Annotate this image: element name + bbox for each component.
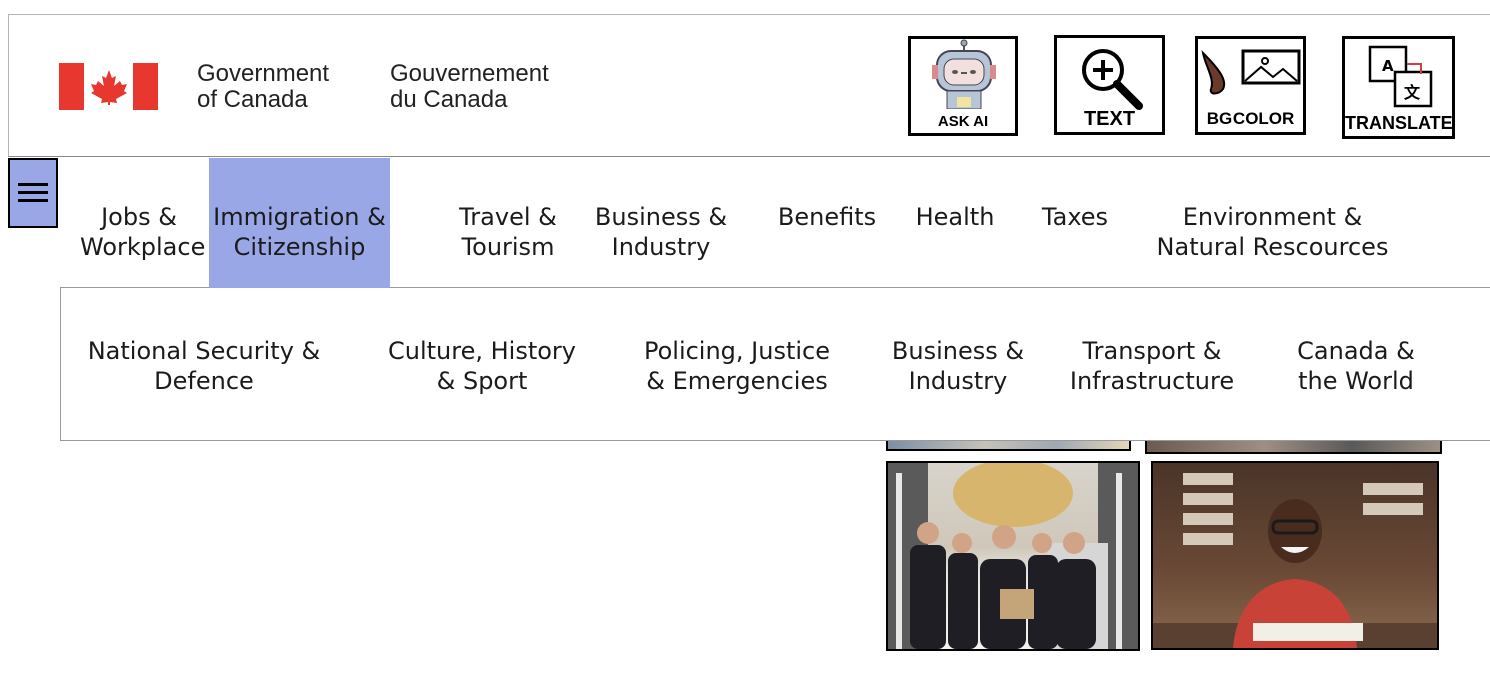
nav-item-immigration-line1: Immigration & <box>213 203 386 231</box>
nav-item-canada-world-line1: Canada & <box>1297 337 1415 365</box>
nav-item-travel-line2: Tourism <box>461 233 555 261</box>
nav-item-travel-line1: Travel & <box>459 203 557 231</box>
photo-student-smiling <box>1151 461 1439 650</box>
nav-item-jobs[interactable]: Jobs & Workplace <box>80 202 206 262</box>
nav-item-health-line1: Health <box>915 203 995 231</box>
gov-name-fr-line2: du Canada <box>390 86 508 113</box>
gov-name-en-line1: Government <box>197 60 330 87</box>
nav-item-environment-line1: Environment & <box>1182 203 1363 231</box>
nav-item-policing[interactable]: Policing, Justice & Emergencies <box>632 336 842 396</box>
nav-item-business[interactable]: Business & Industry <box>592 202 730 262</box>
nav-item-policing-line1: Policing, Justice <box>643 337 831 365</box>
nav-item-jobs-line2: Workplace <box>80 233 206 261</box>
nav-item-environment[interactable]: Environment & Natural Rescources <box>1150 202 1395 262</box>
nav-item-taxes[interactable]: Taxes <box>1030 202 1120 232</box>
nav-item-travel[interactable]: Travel & Tourism <box>440 202 576 262</box>
nav-item-policing-line2: & Emergencies <box>646 367 828 395</box>
hamburger-icon <box>18 183 48 202</box>
bg-color-label: BG COLOR <box>1206 109 1295 128</box>
text-size-button[interactable]: TEXT <box>1054 35 1165 135</box>
nav-item-national-security-line1: National Security & <box>87 337 321 365</box>
nav-item-culture-line1: Culture, History <box>387 337 576 365</box>
nav-item-culture-line2: & Sport <box>436 367 528 395</box>
nav-item-business-line2: Industry <box>611 233 711 261</box>
ask-ai-button[interactable]: ASK AI <box>908 36 1018 136</box>
nav-item-immigration-line2: Citizenship <box>233 233 366 261</box>
svg-text:文: 文 <box>1404 83 1421 102</box>
nav-item-transport[interactable]: Transport & Infrastructure <box>1060 336 1244 396</box>
translate-label: TRANSLATE <box>1345 113 1453 133</box>
nav-item-taxes-line1: Taxes <box>1041 203 1109 231</box>
nav-item-environment-line2: Natural Rescources <box>1156 233 1389 261</box>
magnify-plus-icon <box>1082 49 1143 110</box>
menu-toggle-button[interactable] <box>8 158 58 228</box>
nav-item-health[interactable]: Health <box>905 202 1005 232</box>
nav-item-benefits-line1: Benefits <box>777 203 877 231</box>
svg-text:A: A <box>1382 57 1394 75</box>
nav-item-transport-line1: Transport & <box>1082 337 1222 365</box>
gov-name-en-line2: of Canada <box>197 86 308 113</box>
text-size-label: TEXT <box>1083 108 1136 130</box>
nav-item-jobs-line1: Jobs & <box>101 203 177 231</box>
nav-item-national-security[interactable]: National Security & Defence <box>78 336 330 396</box>
bg-color-button[interactable]: BG COLOR <box>1195 36 1306 135</box>
gov-name-fr-line1: Gouvernement <box>390 60 549 87</box>
nav-item-benefits[interactable]: Benefits <box>770 202 884 232</box>
nav-item-business-2[interactable]: Business & Industry <box>888 336 1028 396</box>
translate-icon: A 文 <box>1368 45 1433 108</box>
robot-icon <box>932 39 996 109</box>
canada-flag-icon <box>59 63 158 110</box>
nav-item-canada-world-line2: the World <box>1298 367 1414 395</box>
nav-item-canada-world[interactable]: Canada & the World <box>1286 336 1426 396</box>
photo-legal-team <box>886 461 1140 651</box>
nav-item-national-security-line2: Defence <box>154 367 254 395</box>
translate-button[interactable]: A 文 TRANSLATE <box>1342 36 1455 139</box>
nav-item-business-2-line2: Industry <box>908 367 1008 395</box>
nav-item-business-2-line1: Business & <box>891 337 1025 365</box>
ask-ai-label: ASK AI <box>937 113 989 130</box>
nav-item-culture[interactable]: Culture, History & Sport <box>378 336 586 396</box>
paint-image-icon <box>1201 49 1301 95</box>
nav-item-business-line1: Business & <box>594 203 728 231</box>
nav-item-transport-line2: Infrastructure <box>1069 367 1235 395</box>
nav-item-immigration[interactable]: Immigration & Citizenship <box>209 202 390 262</box>
